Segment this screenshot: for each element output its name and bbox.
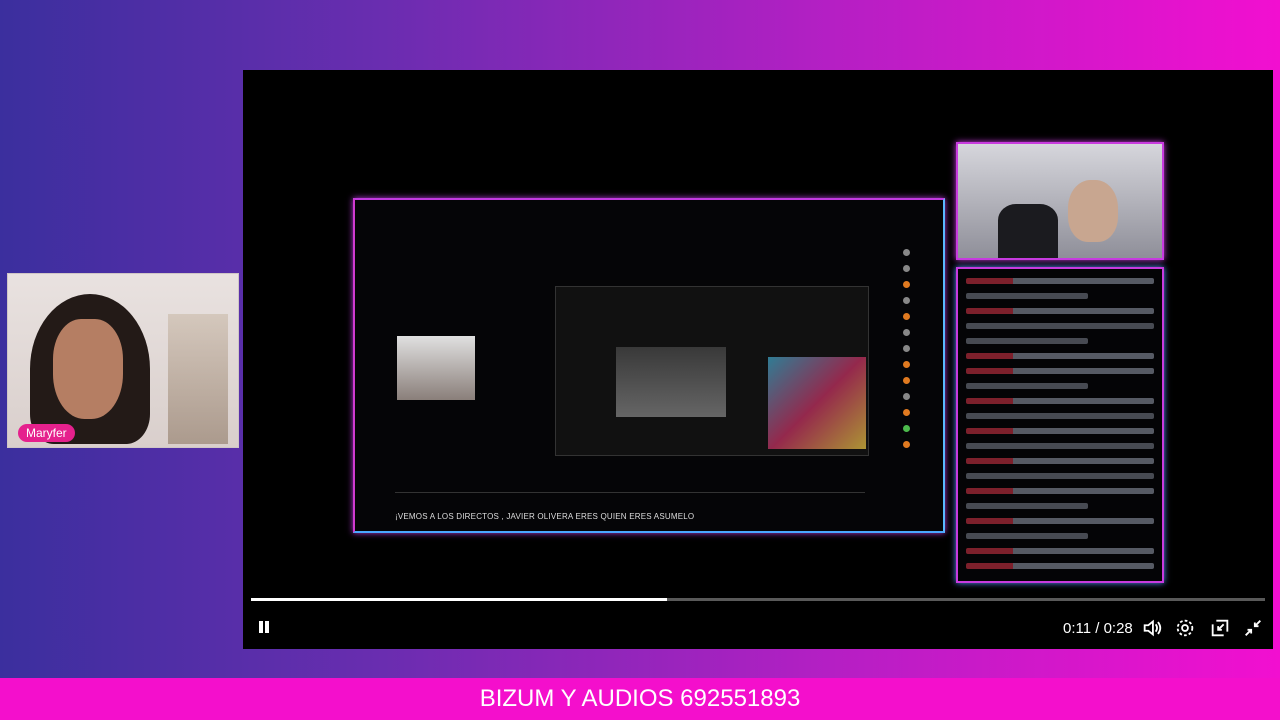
embedded-screen-share (555, 286, 869, 456)
host-chair (998, 204, 1058, 258)
embedded-sidebar (899, 240, 913, 520)
settings-icon[interactable] (1174, 617, 1196, 639)
background-shelf (168, 314, 228, 444)
embedded-stream-caption: ¡VEMOS A LOS DIRECTOS , JAVIER OLIVERA E… (395, 512, 695, 521)
embedded-stream-frame: ¡VEMOS A LOS DIRECTOS , JAVIER OLIVERA E… (353, 198, 945, 533)
embedded-chat-panel (956, 267, 1164, 583)
streamer-name-tag: Maryfer (18, 424, 75, 442)
donation-banner: BIZUM Y AUDIOS 692551893 (0, 678, 1280, 720)
embedded-video-person (616, 347, 726, 417)
streamer-face (53, 319, 123, 419)
embedded-player-controls (395, 492, 865, 503)
mini-player-icon[interactable] (1209, 617, 1231, 639)
streamer-webcam: Maryfer (7, 273, 239, 448)
embedded-video-thumbnail (768, 357, 866, 449)
time-display: 0:11 / 0:28 (1063, 620, 1133, 637)
embedded-small-webcam (397, 336, 475, 400)
video-progress-bar[interactable] (251, 598, 1265, 601)
exit-fullscreen-icon[interactable] (1242, 617, 1264, 639)
video-progress-fill (251, 598, 667, 601)
video-player[interactable]: ¡VEMOS A LOS DIRECTOS , JAVIER OLIVERA E… (243, 70, 1273, 649)
player-controls: 0:11 / 0:28 (243, 612, 1273, 642)
pause-icon[interactable] (257, 620, 271, 634)
host-head (1068, 180, 1118, 242)
embedded-host-webcam (956, 142, 1164, 260)
volume-icon[interactable] (1141, 617, 1163, 639)
